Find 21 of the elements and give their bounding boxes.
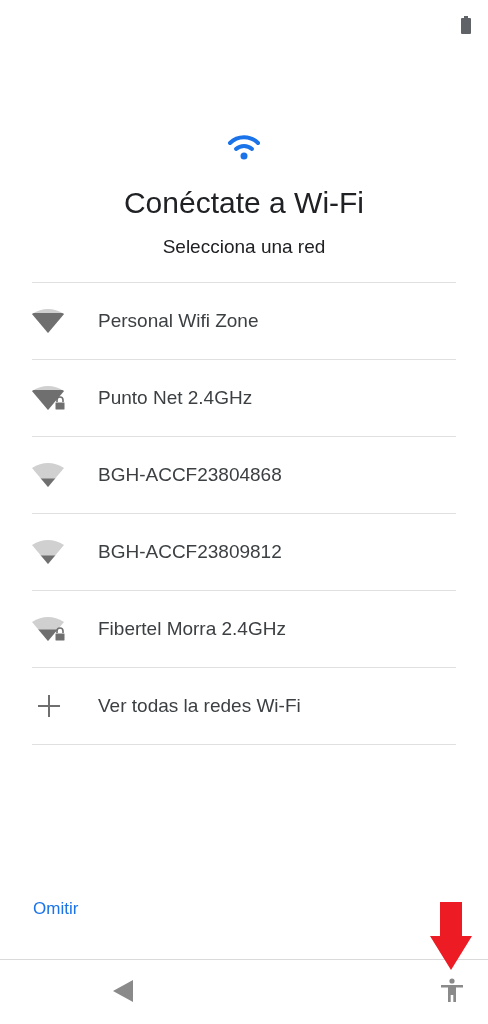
all-networks-item[interactable]: Ver todas la redes Wi-Fi [32,668,456,745]
accessibility-icon[interactable] [441,978,463,1002]
wifi-icon [227,134,261,160]
network-item[interactable]: Punto Net 2.4GHz [32,360,456,437]
battery-icon [461,16,471,34]
network-name: Fibertel Morra 2.4GHz [98,618,286,640]
network-name: Personal Wifi Zone [98,310,259,332]
network-item[interactable]: BGH-ACCF23804868 [32,437,456,514]
skip-link[interactable]: Omitir [33,899,79,919]
page-subtitle: Selecciona una red [162,236,326,258]
all-networks-label: Ver todas la redes Wi-Fi [98,695,301,717]
network-name: BGH-ACCF23804868 [98,464,282,486]
network-item[interactable]: Fibertel Morra 2.4GHz [32,591,456,668]
arrow-drawing [430,902,472,970]
page-title: Conéctate a Wi-Fi [123,186,365,220]
network-name: BGH-ACCF23809812 [98,541,282,563]
network-item[interactable]: Personal Wifi Zone [32,283,456,360]
network-name: Punto Net 2.4GHz [98,387,253,409]
back-icon[interactable] [113,980,133,1002]
network-item[interactable]: BGH-ACCF23809812 [32,514,456,591]
plus-icon [38,695,60,717]
